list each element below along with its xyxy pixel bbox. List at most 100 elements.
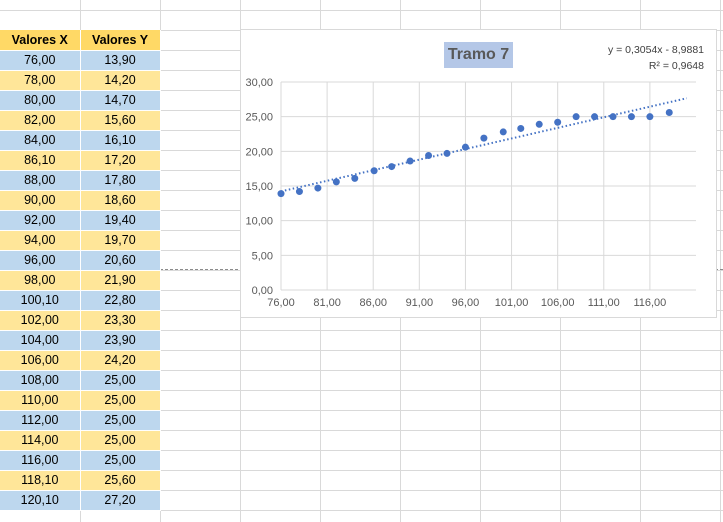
header-y-cell[interactable]: Valores Y [80,30,161,51]
x-value-cell[interactable]: 86,10 [0,150,81,171]
x-value-cell[interactable]: 116,00 [0,450,81,471]
x-value-cell[interactable]: 88,00 [0,170,81,191]
data-point [351,174,359,182]
y-value-cell[interactable]: 19,40 [80,210,161,231]
data-point [277,190,285,198]
x-tick-label: 76,00 [267,297,295,309]
y-tick-label: 30,00 [245,77,273,89]
data-point [572,113,580,121]
y-value-cell[interactable]: 22,80 [80,290,161,311]
x-tick-label: 91,00 [406,297,434,309]
data-point [443,149,451,157]
table-row: 86,10 17,20 [0,150,161,171]
x-value-cell[interactable]: 106,00 [0,350,81,371]
y-value-cell[interactable]: 19,70 [80,230,161,251]
y-value-cell[interactable]: 23,30 [80,310,161,331]
x-value-cell[interactable]: 84,00 [0,130,81,151]
y-value-cell[interactable]: 14,20 [80,70,161,91]
data-point [554,118,562,126]
table-row: 104,00 23,90 [0,330,161,351]
y-tick-label: 5,00 [252,250,273,262]
x-value-cell[interactable]: 102,00 [0,310,81,331]
x-value-cell[interactable]: 76,00 [0,50,81,71]
y-tick-label: 15,00 [245,181,273,193]
y-value-cell[interactable]: 20,60 [80,250,161,271]
y-value-cell[interactable]: 25,00 [80,390,161,411]
x-value-cell[interactable]: 80,00 [0,90,81,111]
x-tick-label: 116,00 [633,297,666,309]
data-point [461,143,469,151]
data-point [591,113,599,121]
x-value-cell[interactable]: 96,00 [0,250,81,271]
y-value-cell[interactable]: 17,20 [80,150,161,171]
table-row: 110,00 25,00 [0,390,161,411]
header-x-cell[interactable]: Valores X [0,30,81,51]
trendline [280,97,688,193]
data-point [535,120,543,128]
table-row: 82,00 15,60 [0,110,161,131]
data-point [609,113,617,121]
x-tick-label: 86,00 [359,297,387,309]
x-tick-label: 81,00 [313,297,341,309]
data-point [517,124,525,132]
x-value-cell[interactable]: 120,10 [0,490,81,511]
x-tick-label: 96,00 [452,297,480,309]
table-row: 102,00 23,30 [0,310,161,331]
x-value-cell[interactable]: 90,00 [0,190,81,211]
y-value-cell[interactable]: 15,60 [80,110,161,131]
x-value-cell[interactable]: 100,10 [0,290,81,311]
y-value-cell[interactable]: 21,90 [80,270,161,291]
y-value-cell[interactable]: 16,10 [80,130,161,151]
table-row: 96,00 20,60 [0,250,161,271]
data-point [295,188,303,196]
data-table: Valores X Valores Y 76,00 13,90 78,00 14,20… [0,30,161,511]
y-value-cell[interactable]: 25,00 [80,450,161,471]
data-point [370,167,378,175]
table-row: 78,00 14,20 [0,70,161,91]
y-value-cell[interactable]: 25,00 [80,370,161,391]
x-tick-label: 111,00 [588,297,620,309]
data-point [499,128,507,136]
x-value-cell[interactable]: 98,00 [0,270,81,291]
y-value-cell[interactable]: 18,60 [80,190,161,211]
y-value-cell[interactable]: 14,70 [80,90,161,111]
data-point [425,151,433,159]
table-row: 112,00 25,00 [0,410,161,431]
table-row: 116,00 25,00 [0,450,161,471]
table-row: 84,00 16,10 [0,130,161,151]
y-value-cell[interactable]: 25,00 [80,410,161,431]
table-row: 88,00 17,80 [0,170,161,191]
y-value-cell[interactable]: 17,80 [80,170,161,191]
y-value-cell[interactable]: 25,60 [80,470,161,491]
table-row: 118,10 25,60 [0,470,161,491]
x-value-cell[interactable]: 92,00 [0,210,81,231]
x-tick-label: 101,00 [495,297,529,309]
y-tick-label: 10,00 [245,216,273,228]
x-value-cell[interactable]: 78,00 [0,70,81,91]
x-value-cell[interactable]: 82,00 [0,110,81,131]
x-value-cell[interactable]: 114,00 [0,430,81,451]
data-point [406,157,414,165]
data-point [646,113,654,121]
y-value-cell[interactable]: 25,00 [80,430,161,451]
y-tick-label: 0,00 [252,285,273,297]
x-tick-label: 106,00 [541,297,575,309]
y-tick-label: 20,00 [245,146,273,158]
table-row: 76,00 13,90 [0,50,161,71]
data-point [388,163,396,171]
x-value-cell[interactable]: 118,10 [0,470,81,491]
y-value-cell[interactable]: 13,90 [80,50,161,71]
scatter-chart[interactable]: Tramo 7 y = 0,3054x - 8,9881 R² = 0,9648… [240,29,717,318]
x-value-cell[interactable]: 108,00 [0,370,81,391]
y-value-cell[interactable]: 24,20 [80,350,161,371]
plot-area: 0,00 5,00 10,00 15,00 20,00 25,00 30,00 76,00 81… [245,77,696,309]
table-row: 106,00 24,20 [0,350,161,371]
x-value-cell[interactable]: 110,00 [0,390,81,411]
y-value-cell[interactable]: 27,20 [80,490,161,511]
x-value-cell[interactable]: 104,00 [0,330,81,351]
x-value-cell[interactable]: 112,00 [0,410,81,431]
y-value-cell[interactable]: 23,90 [80,330,161,351]
y-tick-label: 25,00 [245,112,273,124]
x-value-cell[interactable]: 94,00 [0,230,81,251]
data-point [480,134,488,142]
